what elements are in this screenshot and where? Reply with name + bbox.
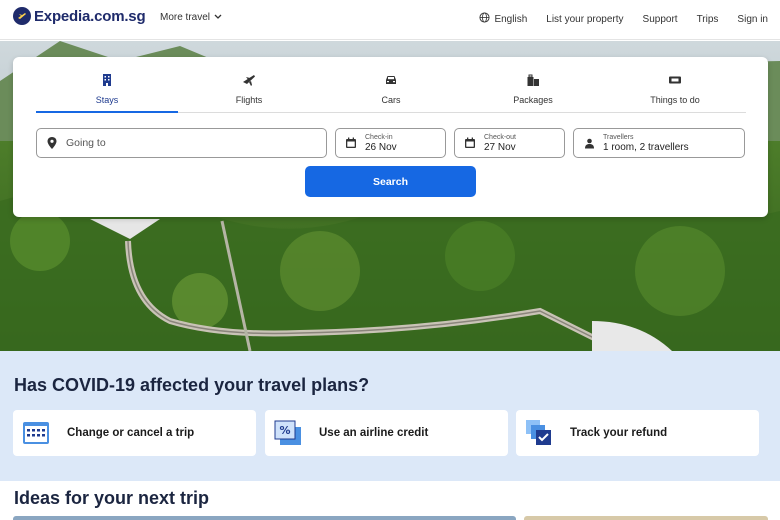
check-out-label: Check-out	[484, 133, 516, 141]
airline-credit-label: Use an airline credit	[319, 427, 429, 439]
calendar-grid-icon	[22, 419, 50, 447]
more-travel-label: More travel	[160, 12, 211, 23]
person-icon	[583, 137, 595, 149]
top-header: Expedia.com.sg More travel English List …	[0, 0, 780, 40]
more-travel-menu[interactable]: More travel	[160, 12, 222, 23]
idea-thumbnail[interactable]	[13, 516, 516, 520]
tab-packages[interactable]: Packages	[462, 69, 604, 112]
tab-things-to-do-label: Things to do	[650, 95, 700, 105]
travellers-label: Travellers	[603, 133, 634, 141]
location-pin-icon	[46, 137, 58, 149]
trips-link[interactable]: Trips	[697, 14, 719, 25]
language-label: English	[494, 13, 528, 25]
expedia-plane-logo-icon	[13, 7, 31, 25]
svg-text:%: %	[279, 424, 290, 437]
calendar-icon	[345, 137, 357, 149]
check-stack-icon	[525, 419, 553, 447]
search-tabs: Stays Flights Cars Packages Things to do	[36, 69, 746, 113]
check-out-field[interactable]: Check-out 27 Nov	[454, 128, 565, 158]
globe-icon	[479, 12, 490, 26]
support-link[interactable]: Support	[643, 14, 678, 25]
track-refund-label: Track your refund	[570, 427, 668, 439]
ideas-title: Ideas for your next trip	[14, 488, 210, 508]
idea-thumbnail[interactable]	[524, 516, 768, 520]
track-refund-card[interactable]: Track your refund	[516, 410, 759, 456]
tab-cars[interactable]: Cars	[320, 69, 462, 112]
search-card: Stays Flights Cars Packages Things to do	[13, 57, 768, 217]
car-icon	[384, 73, 398, 89]
airline-credit-card[interactable]: % Use an airline credit	[265, 410, 508, 456]
building-icon	[100, 73, 114, 89]
covid-title: Has COVID-19 affected your travel plans?	[14, 375, 370, 395]
list-property-link[interactable]: List your property	[546, 14, 623, 25]
check-out-value: 27 Nov	[484, 141, 516, 153]
going-to-placeholder: Going to	[66, 137, 106, 149]
tab-cars-label: Cars	[381, 95, 401, 105]
tab-stays[interactable]: Stays	[36, 69, 178, 113]
plane-icon	[242, 73, 256, 89]
expedia-logo[interactable]: Expedia.com.sg	[13, 7, 146, 25]
percent-ticket-icon: %	[274, 419, 302, 447]
change-cancel-label: Change or cancel a trip	[67, 427, 195, 439]
language-selector[interactable]: English	[479, 12, 527, 26]
chevron-down-icon	[214, 12, 222, 23]
tab-flights[interactable]: Flights	[178, 69, 320, 112]
travellers-field[interactable]: Travellers 1 room, 2 travellers	[573, 128, 745, 158]
going-to-field[interactable]: Going to	[36, 128, 327, 158]
change-cancel-card[interactable]: Change or cancel a trip	[13, 410, 256, 456]
check-in-value: 26 Nov	[365, 141, 397, 153]
travellers-value: 1 room, 2 travellers	[603, 141, 689, 153]
check-in-label: Check-in	[365, 133, 393, 141]
packages-icon	[526, 73, 540, 89]
calendar-icon	[464, 137, 476, 149]
search-button[interactable]: Search	[305, 166, 476, 197]
tab-stays-label: Stays	[95, 95, 119, 105]
tab-packages-label: Packages	[513, 95, 553, 105]
covid-section: Has COVID-19 affected your travel plans?…	[0, 351, 780, 481]
sign-in-link[interactable]: Sign in	[737, 14, 768, 25]
ticket-icon	[668, 73, 682, 89]
check-in-field[interactable]: Check-in 26 Nov	[335, 128, 446, 158]
logo-text: Expedia.com.sg	[34, 7, 146, 25]
tab-things-to-do[interactable]: Things to do	[604, 69, 746, 112]
tab-flights-label: Flights	[235, 95, 263, 105]
